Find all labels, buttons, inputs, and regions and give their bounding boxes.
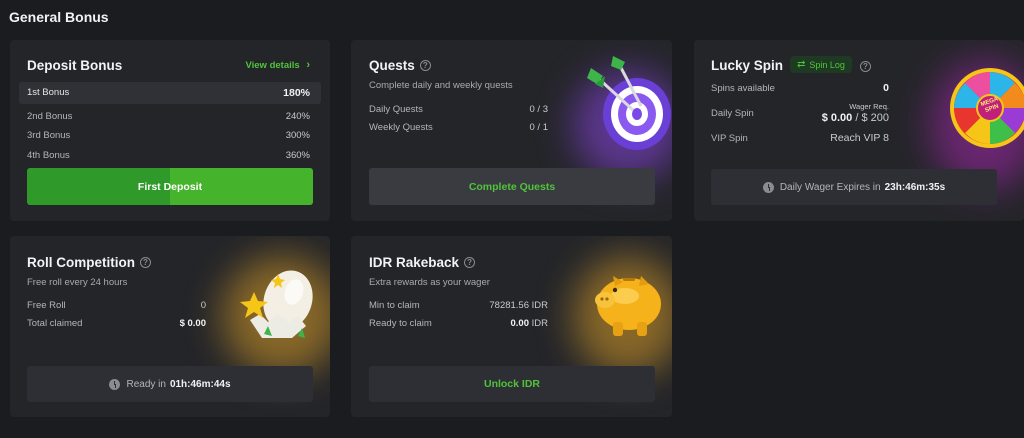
vip-spin-label: VIP Spin (711, 133, 748, 144)
min-claim-value: 78281.56 IDR (489, 300, 548, 311)
total-claimed-value: $ 0.00 (179, 318, 206, 329)
idr-rakeback-title: IDR Rakeback? (369, 255, 476, 270)
quests-card: Quests? Complete daily and weekly quests… (351, 40, 672, 221)
idr-rakeback-card: IDR Rakeback? Extra rewards as your wage… (351, 236, 672, 417)
bonus-row-label: 2nd Bonus (27, 111, 73, 122)
roll-competition-card: Roll Competition? Free roll every 24 hou… (10, 236, 330, 417)
bonus-row-value: 300% (285, 130, 310, 141)
quests-title-text: Quests (369, 58, 415, 73)
help-icon[interactable]: ? (464, 256, 476, 268)
expires-label: Daily Wager Expires in (779, 181, 881, 193)
wager-req-label: Wager Req. (849, 102, 889, 111)
egg-icon (240, 270, 313, 338)
clock-icon (109, 378, 121, 390)
spin-log-label: Spin Log (809, 59, 845, 70)
deposit-bonus-title: Deposit Bonus (27, 58, 123, 73)
bonus-row-label: 1st Bonus (27, 87, 70, 98)
expires-value: 23h:46m:35s (884, 181, 946, 193)
wager-current: $ 0.00 (821, 112, 853, 124)
spins-available-value: 0 (883, 82, 889, 94)
unlock-idr-button[interactable]: Unlock IDR (369, 366, 655, 402)
help-icon[interactable]: ? (140, 256, 151, 268)
weekly-quests-label: Weekly Quests (369, 122, 433, 133)
daily-quests-label: Daily Quests (369, 104, 423, 115)
idr-rakeback-title-text: IDR Rakeback (369, 255, 460, 270)
clock-icon (762, 181, 774, 193)
vip-spin-value: Reach VIP 8 (830, 132, 889, 144)
ready-value: 01h:46m:44s (169, 378, 231, 390)
ready-claim-value: 0.00 IDR (471, 318, 549, 329)
wager-progress: $ 0.00 / $ 200 (789, 112, 889, 124)
bonus-row-value: 180% (283, 87, 310, 99)
roll-competition-title: Roll Competition? (27, 255, 151, 270)
help-icon[interactable]: ? (860, 61, 871, 72)
bonus-row-value: 360% (285, 150, 310, 161)
quests-subtitle: Complete daily and weekly quests (369, 80, 513, 91)
deposit-bonus-card: Deposit Bonus View details › 1st Bonus 1… (10, 40, 330, 221)
wager-total: / $ 200 (852, 112, 889, 124)
spins-available-label: Spins available (711, 83, 775, 94)
roll-competition-title-text: Roll Competition (27, 255, 135, 270)
roll-competition-subtitle: Free roll every 24 hours (27, 277, 128, 288)
chevron-right-icon: › (306, 59, 310, 71)
ready-label: Ready in (126, 378, 166, 390)
quests-title: Quests? (369, 58, 431, 73)
complete-quests-button[interactable]: Complete Quests (369, 168, 655, 205)
refresh-icon: ⇄ (797, 59, 806, 70)
min-claim-label: Min to claim (369, 300, 420, 311)
spin-log-button[interactable]: ⇄ Spin Log (790, 56, 852, 73)
weekly-quests-value: 0 / 1 (529, 122, 549, 133)
view-details-label: View details (245, 60, 300, 71)
free-roll-value: 0 (200, 300, 206, 311)
idr-rakeback-subtitle: Extra rewards as your wager (369, 277, 490, 288)
first-deposit-button[interactable]: First Deposit (27, 168, 313, 205)
piggy-bank-icon (595, 276, 661, 336)
bonus-row-label: 4th Bonus (27, 150, 70, 161)
lucky-spin-card: MEGA SPIN Lucky Spin ⇄ Spin Log ? Spins … (694, 40, 1024, 221)
first-deposit-label: First Deposit (137, 180, 203, 193)
free-roll-label: Free Roll (27, 300, 66, 311)
ready-claim-label: Ready to claim (369, 318, 432, 329)
daily-wager-timer: Daily Wager Expires in 23h:46m:35s (711, 169, 997, 205)
ready-claim-amount: 0.00 (510, 318, 530, 329)
daily-spin-label: Daily Spin (711, 108, 754, 119)
view-details-link[interactable]: View details › (245, 59, 310, 71)
target-icon (587, 56, 671, 150)
lucky-spin-title: Lucky Spin (711, 58, 784, 73)
daily-quests-value: 0 / 3 (529, 104, 549, 115)
page-title: General Bonus (9, 9, 109, 25)
ready-claim-currency: IDR (529, 318, 548, 329)
bonus-row-value: 240% (285, 111, 310, 122)
roll-ready-timer: Ready in 01h:46m:44s (27, 366, 313, 402)
unlock-idr-label: Unlock IDR (483, 378, 540, 390)
complete-quests-label: Complete Quests (468, 180, 556, 193)
bonus-row-label: 3rd Bonus (27, 130, 71, 141)
help-icon[interactable]: ? (419, 59, 431, 71)
total-claimed-label: Total claimed (27, 318, 83, 329)
